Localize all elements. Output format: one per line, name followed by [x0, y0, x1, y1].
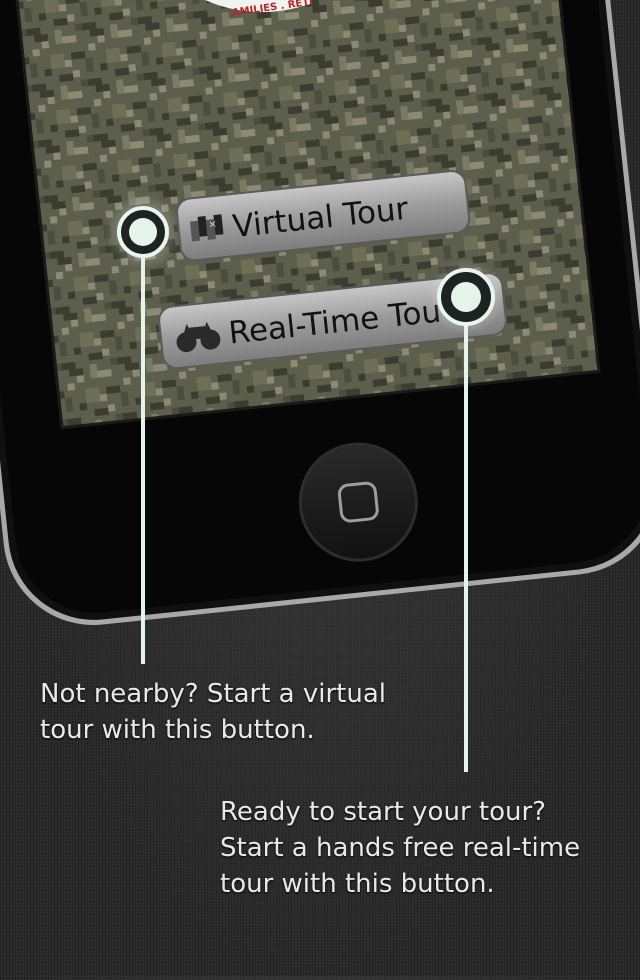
virtual-callout-line-2: tour with this button. — [40, 715, 315, 745]
virtual-callout-line-1: Not nearby? Start a virtual — [40, 679, 386, 709]
realtime-callout-line-3: tour with this button. — [220, 869, 495, 899]
realtime-callout-line-2: Start a hands free real-time — [220, 833, 581, 863]
virtual-tour-callout: Not nearby? Start a virtual tour with th… — [40, 676, 386, 748]
realtime-tour-callout: Ready to start your tour? Start a hands … — [220, 794, 580, 902]
realtime-callout-line-1: Ready to start your tour? — [220, 797, 546, 827]
svg-text:×: × — [208, 219, 217, 231]
